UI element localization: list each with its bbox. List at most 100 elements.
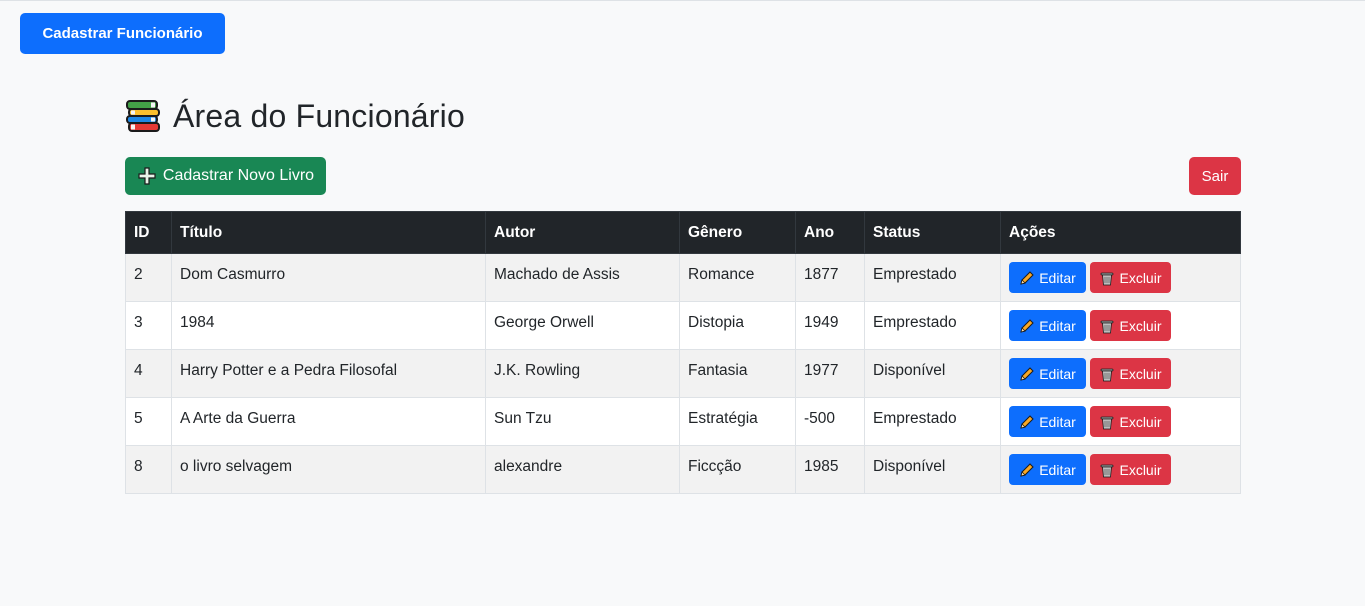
table-row: 2 Dom Casmurro Machado de Assis Romance 1877… — [125, 253, 1241, 302]
row-actions: Editar Excluir — [1009, 454, 1232, 485]
books-icon — [126, 100, 160, 132]
cell-genre: Distopia — [679, 301, 796, 350]
edit-label: Editar — [1039, 413, 1076, 430]
cell-year-text: 1985 — [804, 457, 839, 475]
cell-author-text: Machado de Assis — [494, 265, 620, 283]
table-body: 2 Dom Casmurro Machado de Assis Romance 1877… — [125, 253, 1241, 494]
edit-button[interactable]: Editar — [1009, 262, 1086, 293]
table-row: 4 Harry Potter e a Pedra Filosofal J.K. Ro… — [125, 349, 1241, 398]
trash-icon — [1101, 416, 1114, 429]
cell-author: alexandre — [485, 445, 680, 494]
cell-title: 1984 — [171, 301, 486, 350]
cell-status: Emprestado — [864, 301, 1001, 350]
delete-label: Excluir — [1119, 413, 1162, 430]
trash-icon — [1101, 272, 1114, 285]
trash-icon — [1101, 320, 1114, 333]
edit-button[interactable]: Editar — [1009, 310, 1086, 341]
delete-button[interactable]: Excluir — [1090, 310, 1171, 341]
delete-label: Excluir — [1119, 269, 1162, 286]
pencil-icon — [1020, 462, 1034, 477]
cell-id: 8 — [125, 445, 172, 494]
cell-status: Disponível — [864, 349, 1001, 398]
cell-genre: Romance — [679, 253, 796, 302]
cell-status-text: Emprestado — [873, 265, 957, 283]
cell-author: Sun Tzu — [485, 397, 680, 446]
cell-id-text: 5 — [134, 409, 143, 427]
delete-label: Excluir — [1119, 317, 1162, 334]
cell-title-text: Harry Potter e a Pedra Filosofal — [180, 361, 398, 379]
row-actions: Editar Excluir — [1009, 310, 1232, 341]
trash-icon — [1101, 464, 1114, 477]
pencil-icon — [1020, 318, 1034, 333]
row-actions: Editar Excluir — [1009, 262, 1232, 293]
delete-label: Excluir — [1119, 461, 1162, 478]
cell-genre-text: Fantasia — [688, 361, 748, 379]
cell-year: 1949 — [795, 301, 865, 350]
cell-id-text: 3 — [134, 313, 143, 331]
cell-title: o livro selvagem — [171, 445, 486, 494]
edit-button[interactable]: Editar — [1009, 358, 1086, 389]
register-employee-button[interactable]: Cadastrar Funcionário — [20, 13, 225, 54]
cell-id: 5 — [125, 397, 172, 446]
plus-icon — [138, 167, 156, 185]
cell-genre-text: Romance — [688, 265, 755, 283]
table-header-row: ID Título Autor Gênero Ano Status Ações — [125, 211, 1241, 254]
main-content: Área do Funcionário Cadastrar Novo Livro… — [125, 93, 1241, 494]
delete-button[interactable]: Excluir — [1090, 358, 1171, 389]
header-genre: Gênero — [679, 211, 796, 254]
cell-author-text: J.K. Rowling — [494, 361, 581, 379]
edit-label: Editar — [1039, 461, 1076, 478]
header-year: Ano — [795, 211, 865, 254]
cell-id-text: 4 — [134, 361, 143, 379]
cell-id-text: 8 — [134, 457, 143, 475]
cell-year-text: 1877 — [804, 265, 839, 283]
cell-id: 4 — [125, 349, 172, 398]
exit-button[interactable]: Sair — [1189, 157, 1241, 195]
cell-title-text: Dom Casmurro — [180, 265, 286, 283]
cell-id: 2 — [125, 253, 172, 302]
pencil-icon — [1020, 270, 1034, 285]
add-book-label: Cadastrar Novo Livro — [162, 167, 315, 184]
cell-year: 1877 — [795, 253, 865, 302]
cell-status: Disponível — [864, 445, 1001, 494]
cell-status-text: Emprestado — [873, 409, 957, 427]
toolbar: Cadastrar Novo Livro Sair — [125, 157, 1241, 195]
cell-year: 1977 — [795, 349, 865, 398]
delete-label: Excluir — [1119, 365, 1162, 382]
cell-actions: Editar Excluir — [1000, 349, 1241, 398]
cell-author-text: alexandre — [494, 457, 563, 475]
table-row: 5 A Arte da Guerra Sun Tzu Estratégia -500 Em… — [125, 397, 1241, 446]
cell-genre: Estratégia — [679, 397, 796, 446]
cell-actions: Editar Excluir — [1000, 445, 1241, 494]
books-table: ID Título Autor Gênero Ano Status Ações … — [125, 211, 1241, 494]
cell-author: J.K. Rowling — [485, 349, 680, 398]
trash-icon — [1101, 368, 1114, 381]
edit-button[interactable]: Editar — [1009, 406, 1086, 437]
cell-author: George Orwell — [485, 301, 680, 350]
cell-actions: Editar Excluir — [1000, 253, 1241, 302]
cell-title: Harry Potter e a Pedra Filosofal — [171, 349, 486, 398]
edit-button[interactable]: Editar — [1009, 454, 1086, 485]
cell-genre-text: Ficcção — [688, 457, 742, 475]
cell-title: Dom Casmurro — [171, 253, 486, 302]
header-title: Título — [171, 211, 486, 254]
cell-year-text: 1949 — [804, 313, 839, 331]
page-header: Área do Funcionário — [125, 93, 1241, 139]
header-actions: Ações — [1000, 211, 1241, 254]
cell-genre-text: Estratégia — [688, 409, 758, 427]
cell-title-text: A Arte da Guerra — [180, 409, 296, 427]
cell-title-text: 1984 — [180, 313, 215, 331]
header-status: Status — [864, 211, 1001, 254]
cell-year-text: 1977 — [804, 361, 839, 379]
cell-status: Emprestado — [864, 253, 1001, 302]
cell-genre-text: Distopia — [688, 313, 744, 331]
delete-button[interactable]: Excluir — [1090, 262, 1171, 293]
delete-button[interactable]: Excluir — [1090, 406, 1171, 437]
delete-button[interactable]: Excluir — [1090, 454, 1171, 485]
edit-label: Editar — [1039, 269, 1076, 286]
cell-title-text: o livro selvagem — [180, 457, 292, 475]
add-book-button[interactable]: Cadastrar Novo Livro — [125, 157, 326, 195]
header-id: ID — [125, 211, 172, 254]
pencil-icon — [1020, 366, 1034, 381]
cell-status: Emprestado — [864, 397, 1001, 446]
